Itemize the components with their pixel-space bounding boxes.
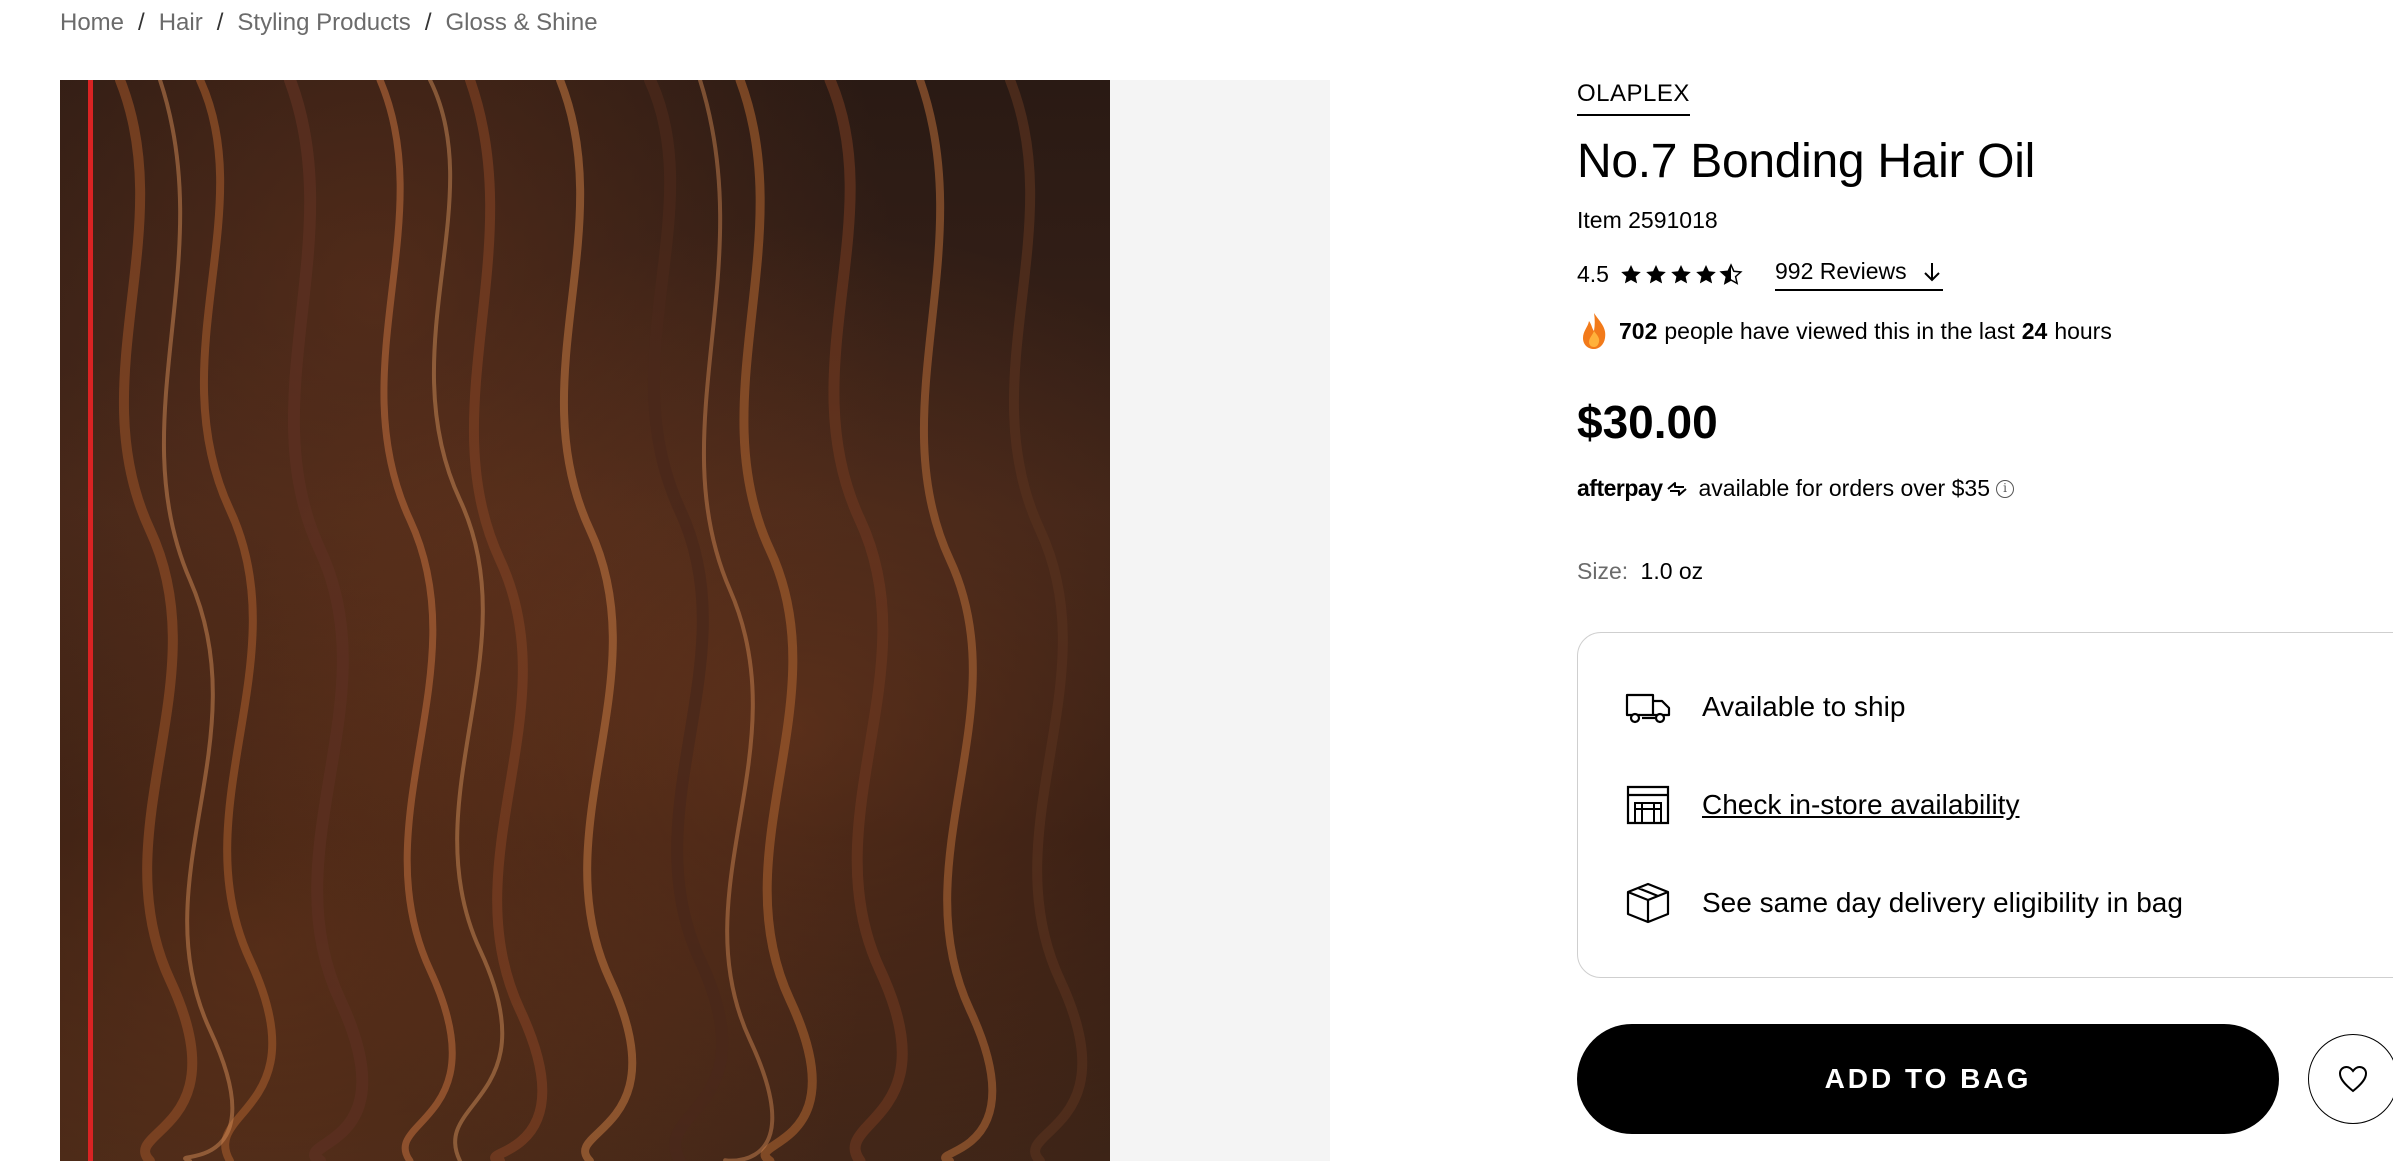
product-title: No.7 Bonding Hair Oil <box>1577 135 2035 188</box>
rating-stars <box>1619 262 1743 287</box>
truck-icon <box>1625 693 1671 724</box>
views-hours: 24 <box>2021 317 2048 344</box>
recent-views: 702 people have viewed this in the last … <box>1577 311 2393 351</box>
star-half-icon <box>1719 262 1743 285</box>
instore-availability-link[interactable]: Check in-store availability <box>1702 789 2019 821</box>
views-count: 702 <box>1619 317 1658 344</box>
product-gallery <box>60 80 1330 1161</box>
rating-value: 4.5 <box>1577 261 1609 287</box>
arrow-down-icon <box>1923 262 1940 281</box>
heart-icon <box>2338 1065 2368 1093</box>
star-icon <box>1621 264 1641 283</box>
hair-texture <box>115 80 1088 1161</box>
afterpay-logo: afterpay <box>1577 475 1690 502</box>
breadcrumb: Home / Hair / Styling Products / Gloss &… <box>60 6 598 40</box>
breadcrumb-separator: / <box>138 9 145 36</box>
brand-link[interactable]: OLAPLEX <box>1577 80 1690 116</box>
product-info: OLAPLEX No.7 Bonding Hair Oil Item 25910… <box>1577 80 2393 1134</box>
size-value: 1.0 oz <box>1640 558 1704 584</box>
product-image[interactable] <box>60 80 1110 1161</box>
star-icon <box>1671 264 1691 283</box>
ship-option: Available to ship <box>1624 685 1905 729</box>
size-label: Size: <box>1577 558 1629 584</box>
image-accent-line <box>88 80 93 1161</box>
breadcrumb-styling-products[interactable]: Styling Products <box>237 9 410 37</box>
product-price: $30.00 <box>1577 396 1718 448</box>
star-icon <box>1646 264 1666 283</box>
reviews-link[interactable]: 992 Reviews <box>1774 258 1943 291</box>
fulfillment-box: Available to ship Check in-store availab… <box>1577 632 2393 978</box>
reviews-label: 992 Reviews <box>1774 258 1907 284</box>
wishlist-button[interactable] <box>2308 1034 2393 1124</box>
breadcrumb-separator: / <box>216 9 224 36</box>
afterpay-brand: afterpay <box>1577 475 1663 501</box>
afterpay-arrows-icon <box>1667 481 1688 496</box>
breadcrumb-separator: / <box>424 9 432 36</box>
size-row: Size: 1.0 oz <box>1577 558 2393 585</box>
instore-option: Check in-store availability <box>1624 783 2019 827</box>
breadcrumb-hair[interactable]: Hair <box>159 9 203 37</box>
views-text: people have viewed this in the last <box>1664 317 2015 344</box>
afterpay-row: afterpay available for orders over $35 i <box>1577 475 2393 502</box>
star-icon <box>1696 264 1716 283</box>
sameday-label: See same day delivery eligibility in bag <box>1702 887 2183 918</box>
info-icon[interactable]: i <box>1995 479 2014 498</box>
flame-icon <box>1583 313 1606 349</box>
box-icon <box>1626 882 1670 924</box>
afterpay-text: available for orders over $35 <box>1698 475 1990 501</box>
ship-label: Available to ship <box>1702 691 1906 722</box>
add-to-bag-button[interactable]: ADD TO BAG <box>1577 1024 2279 1134</box>
views-text-end: hours <box>2054 317 2112 344</box>
sameday-option: See same day delivery eligibility in bag <box>1624 881 2183 925</box>
breadcrumb-gloss-shine[interactable]: Gloss & Shine <box>445 9 597 37</box>
rating-row: 4.5 992 Reviews <box>1577 258 2393 291</box>
item-number: Item 2591018 <box>1577 207 1718 233</box>
store-icon <box>1626 785 1670 825</box>
breadcrumb-home[interactable]: Home <box>60 9 124 37</box>
